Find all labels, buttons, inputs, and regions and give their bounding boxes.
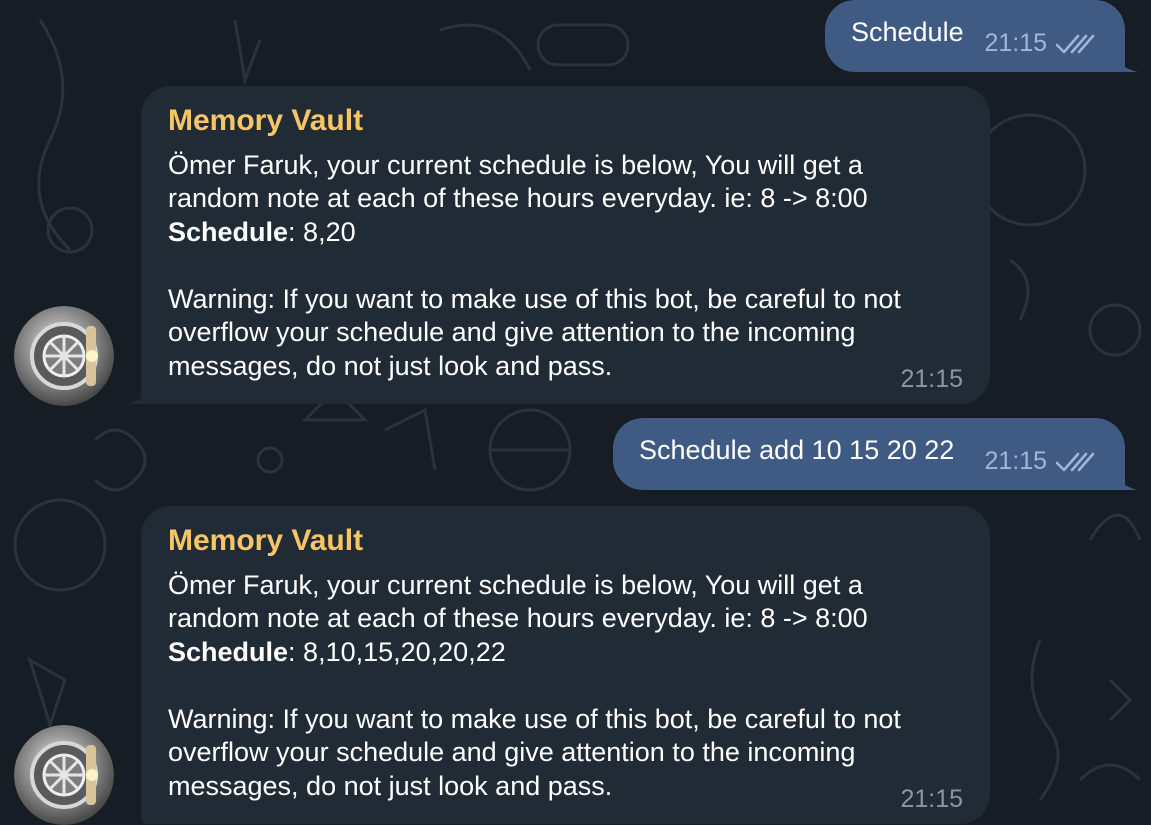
- schedule-label: Schedule: [168, 637, 289, 667]
- double-check-icon: [1055, 34, 1095, 53]
- message-meta: 21:15: [984, 447, 1095, 476]
- bot-avatar[interactable]: [14, 725, 114, 825]
- message-line: Ömer Faruk, your current schedule is bel…: [168, 150, 863, 180]
- message-text: Schedule add 10 15 20 22: [639, 435, 955, 465]
- bubble-tail: [1114, 468, 1138, 490]
- warning-line: Warning: If you want to make use of this…: [168, 704, 901, 734]
- schedule-line: Schedule: 8,10,15,20,20,22: [168, 637, 506, 668]
- vault-door-icon: [14, 306, 114, 406]
- schedule-label: Schedule: [168, 217, 289, 247]
- incoming-message[interactable]: Memory Vault Ömer Faruk, your current sc…: [141, 86, 990, 404]
- schedule-line: Schedule: 8,20: [168, 217, 356, 248]
- schedule-value: : 8,10,15,20,20,22: [288, 637, 506, 667]
- warning-line: messages, do not just look and pass.: [168, 351, 613, 381]
- schedule-value: : 8,20: [288, 217, 356, 247]
- bubble-tail: [1114, 50, 1138, 72]
- chat-history: Schedule 21:15 Memory Vault Ömer Faruk, …: [0, 0, 1151, 825]
- bubble-tail: [127, 382, 151, 404]
- message-line: random note at each of these hours every…: [168, 603, 868, 633]
- outgoing-message[interactable]: Schedule add 10 15 20 22 21:15: [613, 418, 1125, 490]
- sender-name[interactable]: Memory Vault: [168, 524, 363, 558]
- message-time: 21:15: [984, 447, 1047, 475]
- message-line: random note at each of these hours every…: [168, 183, 868, 213]
- message-meta: 21:15: [984, 29, 1095, 58]
- warning-line: messages, do not just look and pass.: [168, 771, 613, 801]
- outgoing-message[interactable]: Schedule 21:15: [825, 0, 1125, 72]
- bot-avatar[interactable]: [14, 306, 114, 406]
- warning-line: Warning: If you want to make use of this…: [168, 284, 901, 314]
- vault-door-icon: [14, 725, 114, 825]
- sender-name[interactable]: Memory Vault: [168, 104, 363, 138]
- message-time: 21:15: [984, 29, 1047, 57]
- warning-line: overflow your schedule and give attentio…: [168, 317, 856, 347]
- message-line: Ömer Faruk, your current schedule is bel…: [168, 570, 863, 600]
- incoming-message[interactable]: Memory Vault Ömer Faruk, your current sc…: [141, 506, 990, 824]
- warning-line: overflow your schedule and give attentio…: [168, 737, 856, 767]
- message-text: Schedule: [851, 17, 964, 47]
- message-time: 21:15: [900, 785, 963, 813]
- message-time: 21:15: [900, 365, 963, 393]
- double-check-icon: [1055, 452, 1095, 471]
